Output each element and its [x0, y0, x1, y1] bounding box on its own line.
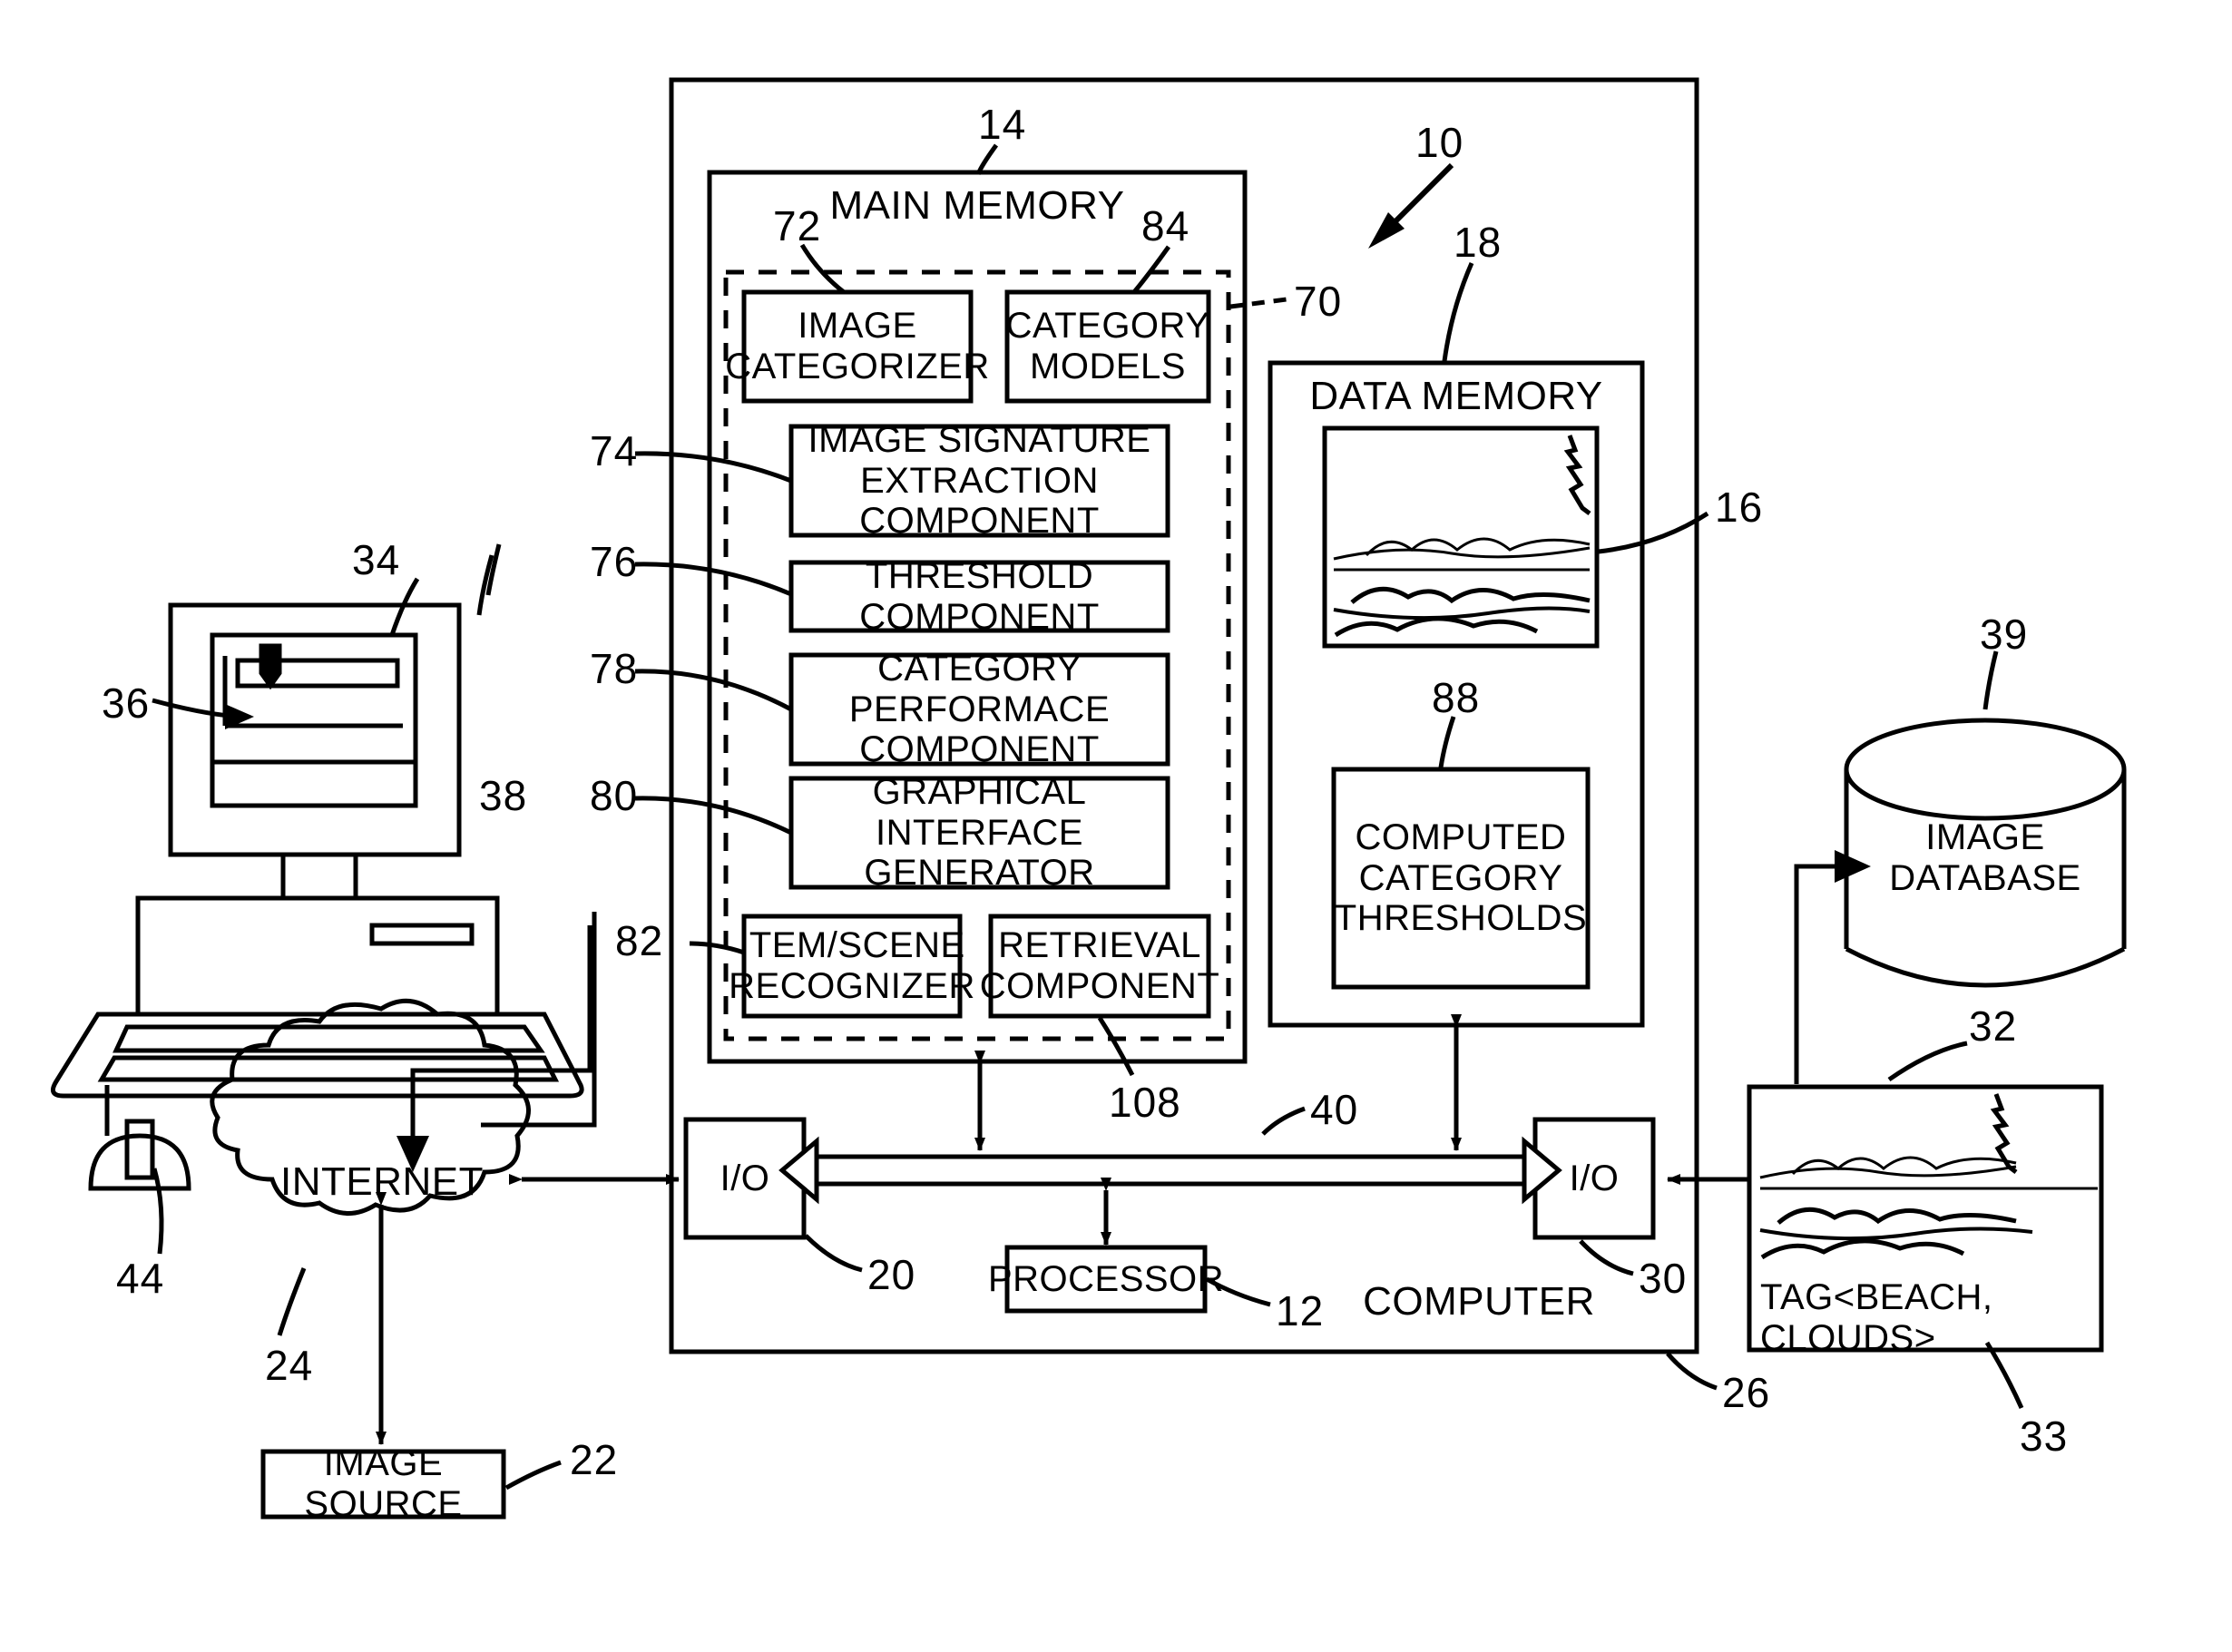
computed-category-thresholds[interactable]: COMPUTED CATEGORY THRESHOLDS [1334, 769, 1588, 987]
main-memory-title: MAIN MEMORY [829, 183, 1125, 228]
ref-internet-24: 24 [265, 1342, 314, 1389]
computer-label: COMPUTER [1363, 1279, 1595, 1324]
ref-cpu-case-38: 38 [479, 772, 528, 819]
ref-data-memory-18: 18 [1454, 219, 1503, 266]
component-threshold[interactable]: THRESHOLD COMPONENT [791, 556, 1168, 637]
ref-image-categorizer-72: 72 [773, 202, 822, 249]
ref-processor-12: 12 [1276, 1287, 1325, 1334]
ref-computed-thresholds-88: 88 [1432, 674, 1481, 721]
ref-category-performance-78: 78 [590, 645, 639, 692]
component-image-categorizer[interactable]: IMAGE CATEGORIZER [725, 292, 989, 401]
ref-mouse-44: 44 [116, 1255, 165, 1302]
component-item-scene-recognizer[interactable]: ITEM/SCENE RECOGNIZER [729, 916, 974, 1016]
ref-image-source-22: 22 [570, 1436, 619, 1483]
io-left-box[interactable]: I/O [686, 1119, 804, 1237]
component-category-performance[interactable]: CATEGORY PERFORMACE COMPONENT [791, 649, 1168, 770]
ref-category-models-84: 84 [1141, 202, 1190, 249]
ref-database-39: 39 [1980, 611, 2029, 658]
image-database-label[interactable]: IMAGE DATABASE [1846, 817, 2124, 898]
ref-retrieval-component-108: 108 [1109, 1079, 1181, 1126]
processor-box[interactable]: PROCESSOR [988, 1247, 1224, 1311]
internet-cloud-label: INTERNET [280, 1159, 484, 1204]
patent-figure: 10 14 MAIN MEMORY 72 84 70 IMAGE CATEGOR… [0, 0, 2232, 1652]
io-right-box[interactable]: I/O [1535, 1119, 1653, 1237]
component-graphical-interface-generator[interactable]: GRAPHICAL INTERFACE GENERATOR [791, 772, 1168, 894]
ref-graphical-interface-80: 80 [590, 772, 639, 819]
image-source-box[interactable]: IMAGE SOURCE [263, 1443, 504, 1524]
ref-tag-33: 33 [2020, 1413, 2069, 1460]
ref-display-34: 34 [352, 536, 401, 583]
ref-system-10: 10 [1415, 119, 1464, 166]
ref-main-memory-14: 14 [978, 101, 1027, 148]
ref-threshold-component-76: 76 [590, 538, 639, 585]
ref-dashed-group-70: 70 [1294, 278, 1343, 325]
ref-bus-40: 40 [1310, 1086, 1359, 1133]
component-category-models[interactable]: CATEGORY MODELS [1006, 292, 1209, 401]
ref-gui-screen-36: 36 [102, 679, 151, 727]
data-memory-title: DATA MEMORY [1309, 374, 1603, 418]
ref-io-left-20: 20 [867, 1251, 916, 1298]
ref-stored-image-16: 16 [1715, 484, 1764, 531]
ref-computer-26: 26 [1722, 1369, 1771, 1416]
ref-tagged-image-32: 32 [1969, 1002, 2018, 1050]
component-image-signature-extraction[interactable]: IMAGE SIGNATURE EXTRACTION COMPONENT [791, 420, 1168, 542]
ref-item-scene-recognizer-82: 82 [615, 917, 664, 964]
tag-text: TAG<BEACH, CLOUDS> [1760, 1277, 1993, 1358]
ref-signature-extraction-74: 74 [590, 427, 639, 474]
component-retrieval[interactable]: RETRIEVAL COMPONENT [980, 916, 1219, 1016]
ref-io-right-30: 30 [1639, 1255, 1688, 1302]
